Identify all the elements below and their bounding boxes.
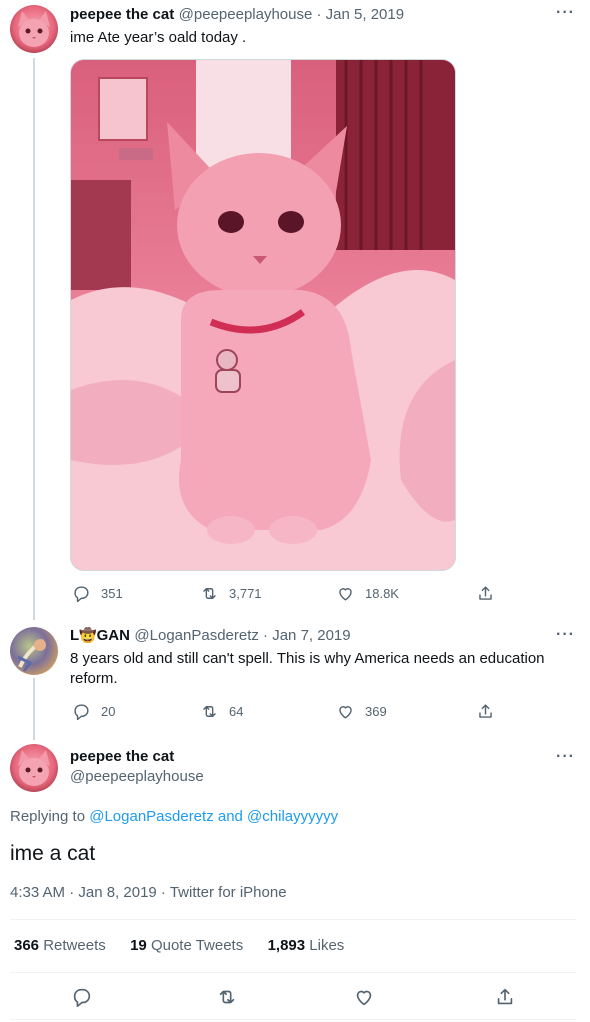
share-icon [497, 988, 513, 1005]
reply-count: 351 [101, 586, 123, 601]
more-icon[interactable]: ··· [556, 4, 575, 22]
retweets-stat[interactable]: 366 Retweets [14, 937, 106, 954]
thread-line-1 [33, 58, 35, 620]
display-name[interactable]: peepee the cat [70, 748, 174, 765]
tweet-header: L🤠GAN @LoganPasderetz · Jan 7, 2019 [70, 627, 351, 645]
divider [10, 919, 576, 920]
avatar[interactable] [10, 627, 58, 675]
replying-to-link[interactable]: @LoganPasderetz and @chilayyyyyy [89, 808, 338, 825]
share-button[interactable] [494, 986, 516, 1013]
quote-count: 19 [130, 937, 147, 954]
like-action[interactable]: 18.8K [336, 584, 399, 603]
timestamp[interactable]: 4:33 AM · Jan 8, 2019 · Twitter for iPho… [10, 884, 287, 901]
reply-action[interactable]: 351 [72, 584, 123, 603]
more-icon[interactable]: ··· [556, 748, 575, 766]
avatar[interactable] [10, 744, 58, 792]
quote-label: Quote Tweets [150, 937, 244, 954]
handle-date[interactable]: @peepeeplayhouse · Jan 5, 2019 [179, 6, 404, 23]
display-name[interactable]: L🤠GAN [70, 627, 130, 644]
handle-date[interactable]: @LoganPasderetz · Jan 7, 2019 [134, 627, 350, 644]
stats-row: 366 Retweets 19 Quote Tweets 1,893 Likes [14, 937, 344, 954]
thread-line-2 [33, 678, 35, 740]
more-icon[interactable]: ··· [556, 626, 575, 644]
likes-stat[interactable]: 1,893 Likes [268, 937, 345, 954]
share-icon [479, 586, 492, 600]
retweet-icon [203, 588, 216, 599]
replying-label: Replying to [10, 808, 86, 825]
reply-icon [73, 988, 91, 1007]
tweet-header: peepee the cat @peepeeplayhouse · Jan 5,… [70, 6, 404, 24]
retweet-action[interactable]: 3,771 [200, 584, 262, 603]
likes-label: Likes [309, 937, 345, 954]
main-tweet-text: ime a cat [10, 842, 96, 865]
display-name[interactable]: peepee the cat [70, 6, 174, 23]
like-action[interactable]: 369 [336, 702, 387, 721]
retweets-count: 366 [14, 937, 40, 954]
share-action[interactable] [476, 702, 495, 721]
retweet-count: 3,771 [229, 586, 262, 601]
display-name-prefix: L [70, 627, 80, 644]
display-name-suffix: GAN [96, 627, 130, 644]
heart-icon [339, 706, 352, 719]
retweets-label: Retweets [43, 937, 106, 954]
retweet-icon [203, 706, 216, 717]
likes-count: 1,893 [267, 937, 306, 954]
heart-icon [339, 588, 352, 601]
cowboy-emoji-icon: 🤠 [79, 627, 97, 643]
like-count: 369 [365, 704, 387, 719]
tweet-text: ime Ate year’s oald today . [70, 29, 247, 46]
retweet-action[interactable]: 64 [200, 702, 243, 721]
reply-count: 20 [101, 704, 116, 719]
like-count: 18.8K [365, 586, 399, 601]
retweet-button[interactable] [216, 986, 238, 1013]
like-button[interactable] [353, 986, 375, 1013]
divider [10, 1019, 576, 1020]
retweet-icon [219, 990, 235, 1004]
reply-icon [74, 586, 89, 603]
divider [10, 972, 576, 973]
replying-to: Replying to @LoganPasderetz and @chilayy… [10, 808, 338, 825]
reply-button[interactable] [71, 986, 93, 1013]
share-icon [479, 704, 492, 718]
retweet-count: 64 [229, 704, 244, 719]
heart-icon [356, 990, 372, 1006]
quote-tweets-stat[interactable]: 19 Quote Tweets [130, 937, 243, 954]
reply-icon [74, 704, 89, 721]
share-action[interactable] [476, 584, 495, 603]
handle[interactable]: @peepeeplayhouse [70, 768, 204, 785]
tweet-photo[interactable] [70, 59, 456, 571]
reply-action[interactable]: 20 [72, 702, 115, 721]
tweet-text: 8 years old and still can't spell. This … [70, 650, 545, 687]
avatar[interactable] [10, 5, 58, 53]
